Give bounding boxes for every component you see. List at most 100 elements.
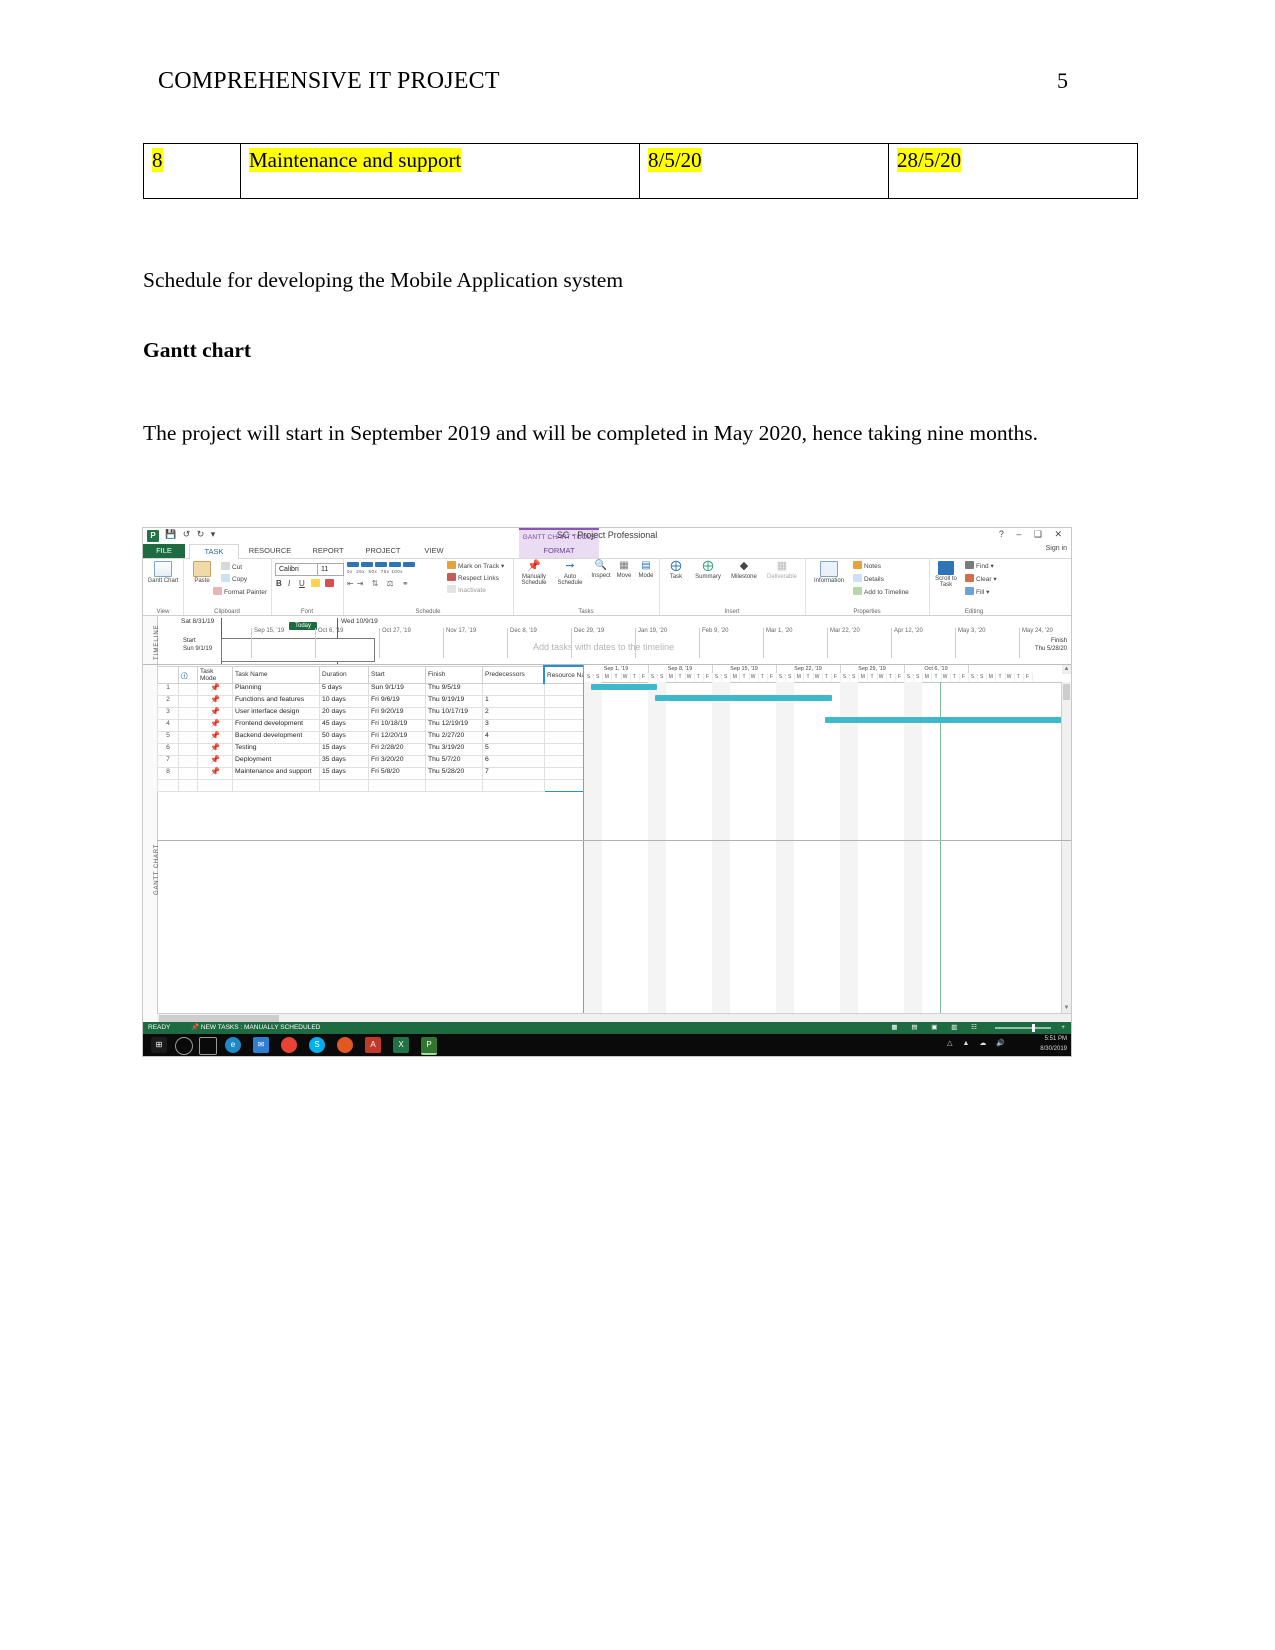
task-row-indicator[interactable] [178, 731, 198, 744]
task-row-id[interactable]: 5 [157, 731, 179, 744]
task-row-duration[interactable]: 20 days [319, 707, 369, 720]
mail-icon[interactable]: ✉ [253, 1037, 269, 1053]
task-row-indicator[interactable] [178, 683, 198, 696]
task-row-indicator[interactable] [178, 743, 198, 756]
task-row-id[interactable]: 3 [157, 707, 179, 720]
empty-cell[interactable] [232, 779, 320, 792]
scroll-to-task-button[interactable]: Scroll to Task [931, 561, 961, 589]
chrome-icon[interactable] [281, 1037, 297, 1053]
auto-schedule-button[interactable]: ➞ Auto Schedule [553, 560, 587, 586]
task-row-duration[interactable]: 45 days [319, 719, 369, 732]
task-row[interactable]: 4 📌 Frontend development 45 days Fri 10/18/1… [157, 719, 583, 732]
task-row-predecessors[interactable] [482, 683, 545, 696]
task-row-finish[interactable]: Thu 9/19/19 [425, 695, 483, 708]
task-row-id[interactable]: 7 [157, 755, 179, 768]
task-row-name[interactable]: Planning [232, 683, 320, 696]
task-row-resources[interactable] [543, 767, 583, 780]
task-row-name[interactable]: Backend development [232, 731, 320, 744]
task-row-finish[interactable]: Thu 9/5/19 [425, 683, 483, 696]
task-row-name[interactable]: Testing [232, 743, 320, 756]
task-row-id[interactable]: 8 [157, 767, 179, 780]
col-task-name[interactable]: Task Name [232, 665, 320, 684]
col-start[interactable]: Start [368, 665, 426, 684]
col-resource-names[interactable]: Resource Names [543, 665, 583, 684]
copy-button[interactable]: Copy [221, 574, 247, 583]
task-row-mode[interactable]: 📌 [197, 695, 233, 708]
font-family-select[interactable]: Calibri [275, 563, 320, 576]
task-row[interactable]: 2 📌 Functions and features 10 days Fri 9/6/1… [157, 695, 583, 708]
sign-in-link[interactable]: Sign in [1046, 545, 1067, 552]
vertical-scrollbar[interactable]: ▲ ▼ [1061, 665, 1071, 1023]
cut-button[interactable]: Cut [221, 562, 242, 571]
task-row-id[interactable]: 6 [157, 743, 179, 756]
col-finish[interactable]: Finish [425, 665, 483, 684]
details-button[interactable]: Details [853, 574, 884, 583]
task-row-mode[interactable]: 📌 [197, 719, 233, 732]
task-row-finish[interactable]: Thu 12/19/19 [425, 719, 483, 732]
task-row-name[interactable]: Maintenance and support [232, 767, 320, 780]
task-row-start[interactable]: Fri 9/20/19 [368, 707, 426, 720]
highlight-color-button[interactable] [311, 579, 322, 588]
task-row-predecessors[interactable]: 5 [482, 743, 545, 756]
tab-view[interactable]: VIEW [413, 544, 455, 558]
task-row-duration[interactable]: 35 days [319, 755, 369, 768]
insert-summary-button[interactable]: ⨁ Summary [691, 560, 725, 580]
bold-button[interactable]: B [276, 579, 282, 588]
task-row-finish[interactable]: Thu 5/7/20 [425, 755, 483, 768]
task-row-name[interactable]: User interface design [232, 707, 320, 720]
task-row-mode[interactable]: 📌 [197, 683, 233, 696]
respect-links-button[interactable]: Respect Links [447, 573, 499, 582]
window-buttons[interactable]: ? – ❑ ✕ [999, 529, 1067, 540]
gantt-bar[interactable] [825, 717, 1069, 723]
zoom-slider-knob[interactable] [1032, 1024, 1035, 1032]
task-row-id[interactable]: 2 [157, 695, 179, 708]
paste-button[interactable]: Paste [185, 561, 219, 584]
task-row[interactable]: 7 📌 Deployment 35 days Fri 3/20/20 Thu 5/7/20… [157, 755, 583, 768]
task-row[interactable]: 1 📌 Planning 5 days Sun 9/1/19 Thu 9/5/19 [157, 683, 583, 696]
clear-button[interactable]: Clear ▾ [965, 574, 997, 583]
gantt-bar[interactable] [591, 684, 658, 690]
task-row-start[interactable]: Fri 12/20/19 [368, 731, 426, 744]
task-row-predecessors[interactable]: 1 [482, 695, 545, 708]
notes-button[interactable]: Notes [853, 561, 881, 570]
tab-project[interactable]: PROJECT [357, 544, 409, 558]
pdf-icon[interactable]: A [365, 1037, 381, 1053]
task-row-mode[interactable]: 📌 [197, 755, 233, 768]
empty-cell[interactable] [368, 779, 426, 792]
empty-cell[interactable] [319, 779, 369, 792]
task-row-name[interactable]: Frontend development [232, 719, 320, 732]
excel-icon[interactable]: X [393, 1037, 409, 1053]
gantt-chart-pane[interactable]: Sep 1, '19 Sep 8, '19 Sep 15, '19 Sep 22… [584, 665, 1071, 1023]
tab-report[interactable]: REPORT [303, 544, 353, 558]
insert-deliverable-button[interactable]: ▦ Deliverable [763, 560, 801, 580]
task-row[interactable]: 8 📌 Maintenance and support 15 days Fri 5/8/… [157, 767, 583, 780]
empty-cell[interactable] [157, 779, 179, 792]
font-color-button[interactable] [325, 579, 336, 588]
task-row-mode[interactable]: 📌 [197, 731, 233, 744]
task-row-start[interactable]: Fri 3/20/20 [368, 755, 426, 768]
firefox-icon[interactable] [337, 1037, 353, 1053]
manually-schedule-button[interactable]: 📌 Manually Schedule [517, 560, 551, 586]
task-row-indicator[interactable] [178, 755, 198, 768]
fill-button[interactable]: Fill ▾ [965, 587, 989, 596]
task-row-predecessors[interactable]: 6 [482, 755, 545, 768]
task-row-id[interactable]: 1 [157, 683, 179, 696]
underline-button[interactable]: U [299, 579, 305, 588]
task-row-mode[interactable]: 📌 [197, 743, 233, 756]
task-row-resources[interactable] [543, 755, 583, 768]
edge-icon[interactable]: e [225, 1037, 241, 1053]
col-predecessors[interactable]: Predecessors [482, 665, 545, 684]
status-new-tasks[interactable]: 📌 NEW TASKS : MANUALLY SCHEDULED [191, 1022, 320, 1034]
system-tray-icons[interactable]: △ ▲ ☁ 🔊 [947, 1039, 1009, 1047]
task-row-start[interactable]: Fri 5/8/20 [368, 767, 426, 780]
empty-cell[interactable] [425, 779, 483, 792]
start-icon[interactable]: ⊞ [151, 1037, 167, 1053]
task-row-resources[interactable] [543, 707, 583, 720]
information-button[interactable]: Information [809, 561, 849, 584]
task-row-predecessors[interactable]: 4 [482, 731, 545, 744]
mode-button[interactable]: ▤ Mode [635, 560, 657, 579]
selected-cell[interactable] [543, 779, 583, 792]
task-row-start[interactable]: Fri 2/28/20 [368, 743, 426, 756]
task-row-start[interactable]: Fri 10/18/19 [368, 719, 426, 732]
empty-cell[interactable] [197, 779, 233, 792]
